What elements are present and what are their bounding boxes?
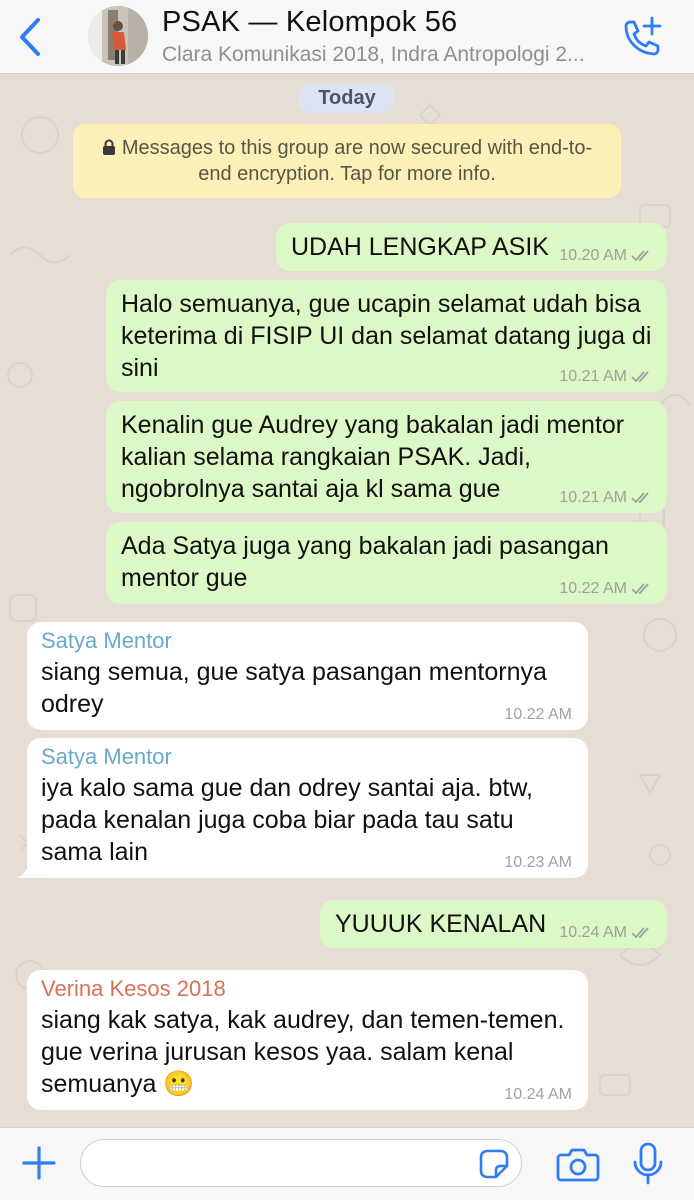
double-check-icon <box>631 371 649 383</box>
message-time: 10.21 AM <box>559 489 627 506</box>
chat-title[interactable]: PSAK — Kelompok 56 <box>162 6 457 39</box>
message-meta: 10.21 AM <box>559 489 653 507</box>
message-time: 10.21 AM <box>559 368 627 385</box>
message-list[interactable]: Today Messages to this group are now sec… <box>0 75 694 1127</box>
date-separator: Today <box>299 83 395 113</box>
sender-name[interactable]: Satya Mentor <box>41 626 574 656</box>
sticker-icon <box>479 1149 509 1179</box>
encryption-notice[interactable]: Messages to this group are now secured w… <box>73 124 621 198</box>
message-bubble-incoming[interactable]: Satya Mentor iya kalo sama gue dan odrey… <box>17 738 588 878</box>
message-bubble-outgoing[interactable]: Kenalin gue Audrey yang bakalan jadi men… <box>106 401 667 513</box>
message-meta: 10.20 AM <box>559 247 653 265</box>
add-call-icon <box>624 16 662 56</box>
encryption-notice-text: Messages to this group are now secured w… <box>121 137 593 185</box>
chevron-left-icon <box>20 18 40 56</box>
chat-header: PSAK — Kelompok 56 Clara Komunikasi 2018… <box>0 0 694 74</box>
message-text: siang kak satya, kak audrey, dan temen-t… <box>41 1006 565 1098</box>
message-bubble-incoming[interactable]: Verina Kesos 2018 siang kak satya, kak a… <box>27 970 588 1110</box>
message-bubble-incoming[interactable]: Satya Mentor siang semua, gue satya pasa… <box>27 622 588 730</box>
message-time: 10.22 AM <box>504 706 572 723</box>
add-call-button[interactable] <box>616 12 666 62</box>
message-time: 10.23 AM <box>504 854 572 871</box>
bubble-tail <box>17 860 37 878</box>
message-bubble-outgoing[interactable]: Halo semuanya, gue ucapin selamat udah b… <box>106 280 667 392</box>
message-time: 10.24 AM <box>559 924 627 941</box>
message-meta: 10.24 AM <box>559 924 653 942</box>
sender-name[interactable]: Satya Mentor <box>41 742 574 772</box>
group-participants[interactable]: Clara Komunikasi 2018, Indra Antropologi… <box>162 43 602 67</box>
double-check-icon <box>631 250 649 262</box>
composer-bar <box>0 1127 694 1200</box>
message-time: 10.22 AM <box>559 580 627 597</box>
group-avatar[interactable] <box>88 6 148 66</box>
double-check-icon <box>631 492 649 504</box>
voice-message-button[interactable] <box>630 1142 666 1186</box>
sender-name[interactable]: Verina Kesos 2018 <box>41 974 574 1004</box>
plus-icon <box>22 1146 56 1180</box>
message-text: iya kalo sama gue dan odrey santai aja. … <box>41 774 533 866</box>
avatar-photo <box>88 6 148 66</box>
message-bubble-outgoing[interactable]: YUUUK KENALAN 10.24 AM <box>320 900 667 948</box>
message-text: siang semua, gue satya pasangan mentorny… <box>41 658 547 718</box>
double-check-icon <box>631 927 649 939</box>
sticker-button[interactable] <box>478 1148 510 1180</box>
message-bubble-outgoing[interactable]: Ada Satya juga yang bakalan jadi pasanga… <box>106 522 667 604</box>
message-input[interactable] <box>80 1139 522 1187</box>
message-time: 10.20 AM <box>559 247 627 264</box>
message-meta: 10.22 AM <box>559 580 653 598</box>
camera-icon <box>556 1148 600 1182</box>
lock-icon <box>102 138 116 162</box>
attach-button[interactable] <box>20 1144 58 1182</box>
message-meta: 10.21 AM <box>559 368 653 386</box>
microphone-icon <box>633 1142 663 1185</box>
message-bubble-outgoing[interactable]: UDAH LENGKAP ASIK 10.20 AM <box>276 223 667 271</box>
message-time: 10.24 AM <box>504 1086 572 1103</box>
camera-button[interactable] <box>556 1146 600 1182</box>
double-check-icon <box>631 583 649 595</box>
back-button[interactable] <box>14 16 48 58</box>
